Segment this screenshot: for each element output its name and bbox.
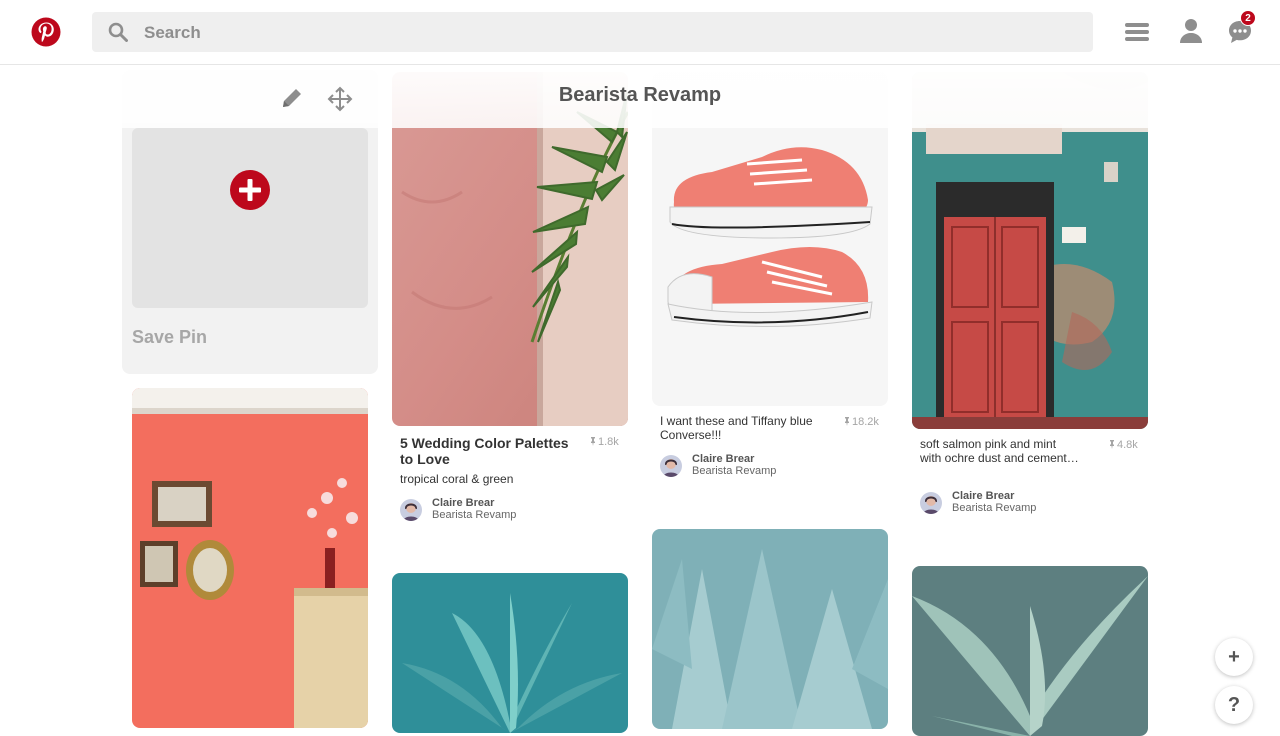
board-header: Bearista Revamp — [0, 65, 1280, 128]
agave-photo — [392, 573, 628, 733]
pin-description: soft salmon pink and mint with ochre dus… — [920, 437, 1079, 465]
save-pin-dropzone[interactable] — [132, 128, 368, 308]
avatar[interactable] — [400, 499, 422, 521]
add-button[interactable]: + — [1215, 638, 1253, 676]
pin-user-name[interactable]: Claire Brear — [952, 490, 1014, 502]
avatar[interactable] — [920, 492, 942, 514]
agave-photo — [912, 566, 1148, 736]
coral-room-photo — [132, 388, 368, 728]
pin-image-agave-1[interactable] — [392, 573, 628, 733]
search-bar[interactable]: Search — [92, 12, 1093, 52]
pin-count-icon — [591, 437, 595, 446]
pin-count-icon — [1110, 440, 1114, 449]
add-pin-icon[interactable] — [230, 170, 270, 210]
pin-image-agave-2[interactable] — [652, 529, 888, 729]
pin-board-name[interactable]: Bearista Revamp — [952, 502, 1036, 514]
menu-icon[interactable] — [1123, 16, 1151, 48]
top-bar: Search 2 — [0, 0, 1280, 65]
save-count-value: 18.2k — [852, 416, 879, 428]
pin-title[interactable]: 5 Wedding Color Palettes to Love — [400, 435, 580, 467]
pin-board-name[interactable]: Bearista Revamp — [692, 465, 776, 477]
agave-photo — [652, 529, 888, 729]
pinterest-logo-icon[interactable] — [31, 17, 61, 47]
save-count-value: 4.8k — [1117, 439, 1138, 451]
pin-count-icon — [845, 417, 849, 426]
pin-user-name[interactable]: Claire Brear — [692, 453, 754, 465]
save-pin-label: Save Pin — [132, 327, 208, 347]
help-button[interactable]: ? — [1215, 686, 1253, 724]
pin-image-agave-3[interactable] — [912, 566, 1148, 736]
pin-user-name[interactable]: Claire Brear — [432, 497, 494, 509]
notification-badge: 2 — [1240, 10, 1256, 26]
save-count: 1.8k — [590, 436, 619, 448]
pin-image-coral-room[interactable] — [132, 388, 368, 728]
profile-icon[interactable] — [1178, 16, 1206, 48]
pin-description: tropical coral & green — [400, 472, 514, 486]
board-title: Bearista Revamp — [558, 84, 722, 106]
avatar[interactable] — [660, 455, 682, 477]
save-count: 18.2k — [844, 416, 879, 428]
pin-board-name[interactable]: Bearista Revamp — [432, 509, 516, 521]
pin-description: I want these and Tiffany blue Converse!!… — [660, 414, 813, 442]
search-icon — [108, 22, 128, 42]
save-count: 4.8k — [1109, 439, 1138, 451]
search-input[interactable]: Search — [144, 23, 201, 43]
save-count-value: 1.8k — [598, 436, 619, 448]
